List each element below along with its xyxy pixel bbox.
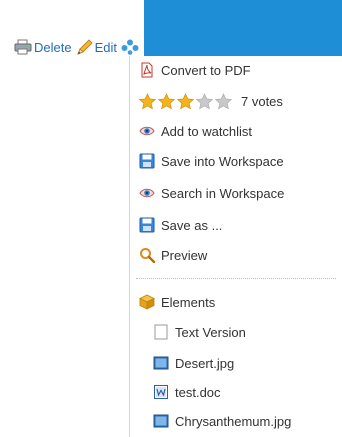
magnifier-icon [139,247,155,263]
menu-item-add-watchlist[interactable]: Add to watchlist [130,118,342,144]
eye-icon [139,185,155,201]
menu-item-preview[interactable]: Preview [130,242,342,268]
menu-item-convert-pdf[interactable]: Convert to PDF [130,57,342,83]
edit-label: Edit [94,39,117,55]
element-label: test.doc [175,384,221,400]
printer-icon [14,39,32,55]
menu-item-label: Search in Workspace [161,185,285,201]
element-label: Desert.jpg [175,355,235,371]
star-empty-icon[interactable] [215,92,232,110]
element-item[interactable]: Text Version [130,319,342,345]
delete-button[interactable]: Delete [14,39,72,55]
menu-divider [136,278,336,279]
menu-item-save-as[interactable]: Save as ... [130,212,342,238]
pdf-icon [139,62,155,78]
element-label: Chrysanthemum.jpg [175,413,292,429]
menu-item-rating[interactable]: 7 votes [130,88,342,114]
element-item[interactable]: test.doc [130,379,342,405]
menu-item-elements[interactable]: Elements [130,289,342,315]
votes-count: 7 votes [241,93,283,109]
image-icon [153,413,169,429]
word-document-icon [153,384,169,400]
menu-item-save-workspace[interactable]: Save into Workspace [130,148,342,174]
menu-item-label: Convert to PDF [161,62,251,78]
star-filled-icon[interactable] [177,92,194,110]
toolbar: Delete Edit [14,38,143,56]
element-item[interactable]: Chrysanthemum.jpg [130,408,342,434]
floppy-disk-icon [139,217,155,233]
menu-item-label: Preview [161,247,208,263]
package-icon [139,294,155,310]
menu-item-label: Save as ... [161,217,223,233]
star-rating[interactable] [139,92,234,110]
context-menu: Convert to PDF 7 votes Add to watchlist [129,56,342,437]
pencil-icon [76,39,93,55]
star-empty-icon[interactable] [196,92,213,110]
edit-button[interactable]: Edit [76,39,117,55]
page: Delete Edit Convert to PDF 7 votes Add t… [0,0,342,437]
image-icon [153,355,169,371]
element-label: Text Version [175,324,246,340]
menu-item-label: Elements [161,294,216,310]
star-filled-icon[interactable] [158,92,175,110]
eye-icon [139,123,155,139]
blue-dots-icon [121,39,139,55]
more-actions-button[interactable] [121,39,139,55]
header-band [144,0,342,56]
floppy-disk-icon [139,153,155,169]
blank-document-icon [153,324,169,340]
element-item[interactable]: Desert.jpg [130,350,342,376]
delete-label: Delete [34,39,72,55]
menu-item-label: Add to watchlist [161,123,253,139]
menu-item-label: Save into Workspace [161,153,284,169]
menu-item-search-workspace[interactable]: Search in Workspace [130,180,342,206]
star-filled-icon[interactable] [139,92,156,110]
